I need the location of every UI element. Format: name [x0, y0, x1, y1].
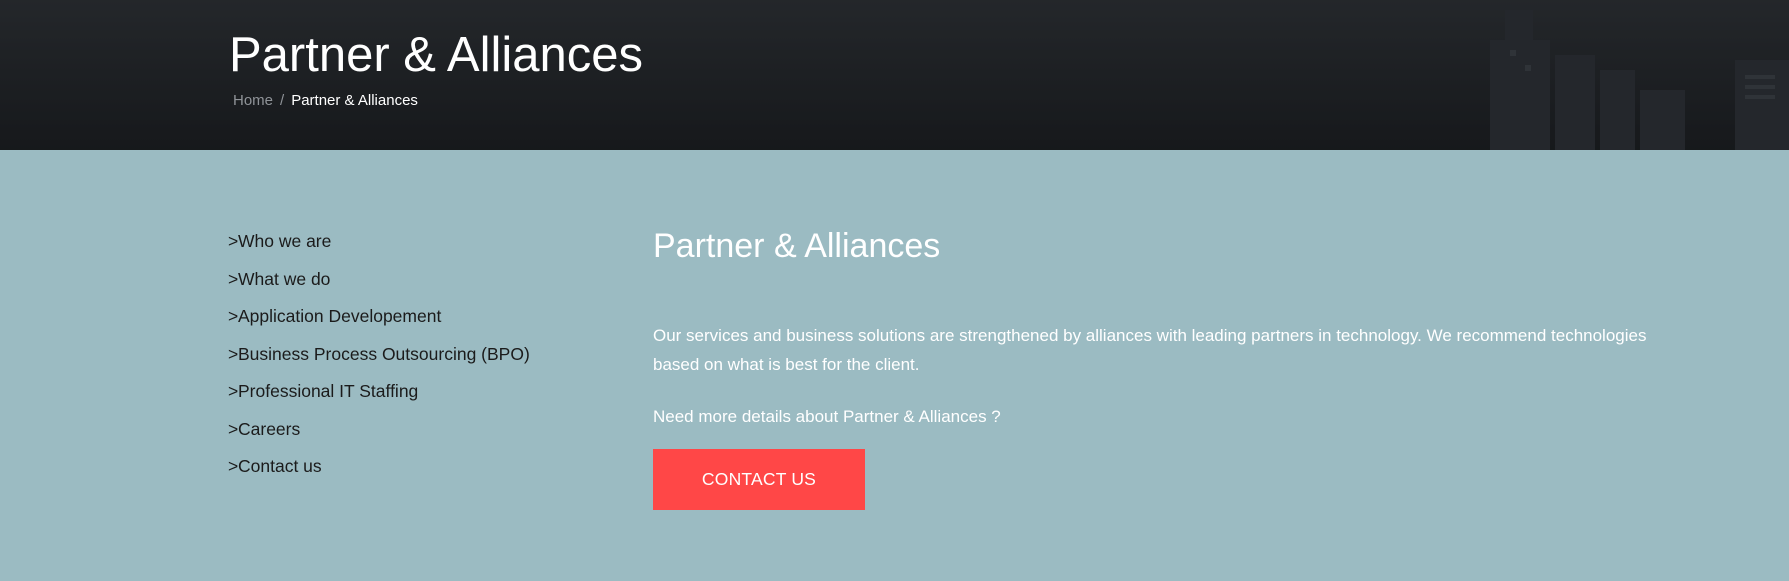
sidebar-item-application-development[interactable]: >Application Developement	[228, 305, 530, 343]
header-content: Partner & Alliances Home / Partner & Allia…	[229, 24, 643, 110]
sidebar-item-careers[interactable]: >Careers	[228, 418, 530, 456]
sidebar-item-label: Who we are	[238, 231, 332, 251]
sidebar-item-what-we-do[interactable]: >What we do	[228, 268, 530, 306]
contact-us-button[interactable]: CONTACT US	[653, 449, 865, 510]
details-prompt: Need more details about Partner & Allian…	[653, 407, 1001, 426]
sidebar-item-who-we-are[interactable]: >Who we are	[228, 230, 530, 268]
page-header-banner: Partner & Alliances Home / Partner & Allia…	[0, 0, 1789, 150]
chevron-right-icon: >	[228, 343, 239, 364]
sidebar-item-label: Careers	[238, 418, 301, 439]
chevron-right-icon: >	[228, 231, 239, 251]
sidebar-item-label: Contact us	[238, 456, 322, 476]
sidebar-item-label: Professional IT Staffing	[238, 381, 419, 401]
chevron-right-icon: >	[228, 456, 239, 476]
sidebar-item-label: Business Process Outsourcing (BPO)	[238, 343, 530, 364]
chevron-right-icon: >	[228, 418, 239, 439]
chevron-right-icon: >	[228, 306, 239, 326]
section-title: Partner & Alliances	[653, 227, 941, 265]
main-content: Partner & Alliances Our services and bus…	[653, 225, 1693, 510]
breadcrumb-separator: /	[280, 92, 285, 109]
sidebar-item-it-staffing[interactable]: >Professional IT Staffing	[228, 380, 530, 418]
sidebar-item-contact-us[interactable]: >Contact us	[228, 455, 530, 493]
sidebar-item-bpo[interactable]: >Business Process Outsourcing (BPO)	[228, 343, 530, 381]
intro-paragraph: Our services and business solutions are …	[653, 326, 1647, 374]
breadcrumb: Home / Partner & Alliances	[233, 92, 643, 110]
breadcrumb-home-link[interactable]: Home	[233, 92, 273, 109]
page-title: Partner & Alliances	[229, 28, 643, 82]
chevron-right-icon: >	[228, 268, 239, 289]
breadcrumb-current: Partner & Alliances	[291, 92, 418, 109]
chevron-right-icon: >	[228, 381, 239, 401]
content-section: >Who we are >What we do >Application Dev…	[0, 150, 1789, 581]
sidebar-item-label: Application Developement	[238, 306, 442, 326]
sidebar-nav: >Who we are >What we do >Application Dev…	[228, 230, 530, 493]
sidebar-item-label: What we do	[238, 268, 331, 289]
